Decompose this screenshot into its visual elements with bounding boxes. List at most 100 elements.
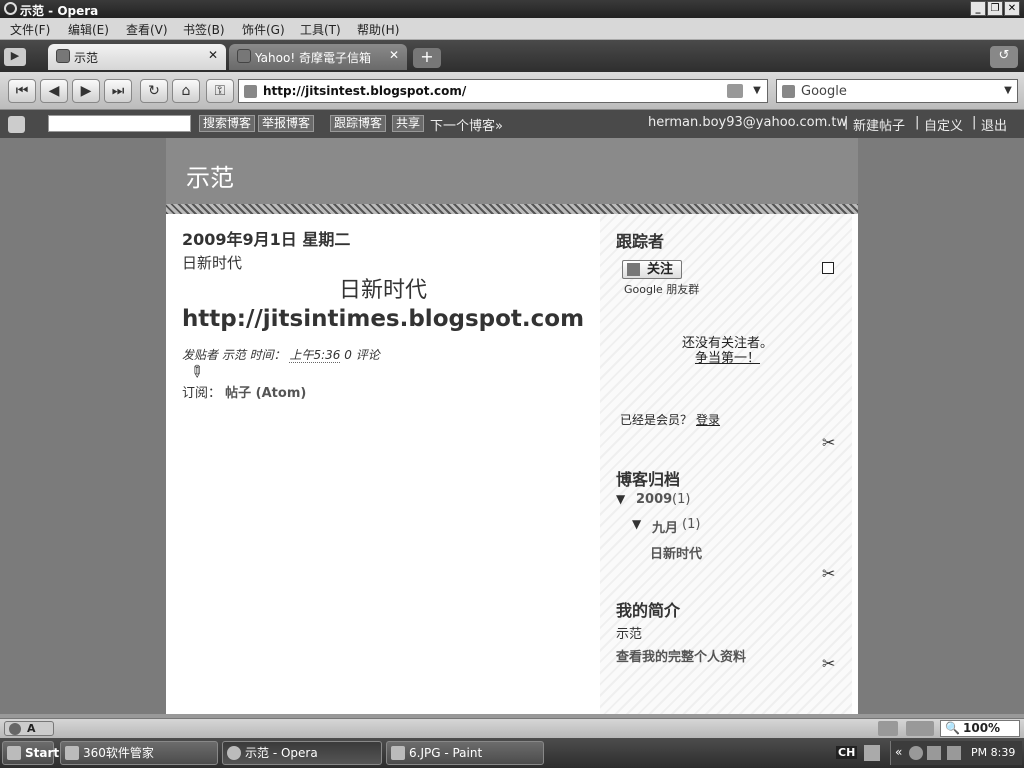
tab-active[interactable]: 示范 ✕	[48, 44, 226, 70]
search-dropdown-icon[interactable]: ▼	[1001, 81, 1015, 101]
separator: |	[972, 115, 977, 130]
start-label: Start	[25, 746, 60, 760]
profile-title: 我的简介	[616, 601, 681, 620]
login-link[interactable]: 登录	[696, 411, 720, 428]
tab-yahoo[interactable]: Yahoo! 奇摩電子信箱 ✕	[229, 44, 407, 70]
blogger-logo-icon[interactable]	[8, 116, 25, 133]
view-profile-link[interactable]: 查看我的完整个人资料	[616, 646, 746, 665]
search-engine-label: Google	[801, 84, 847, 99]
address-url: http://jitsintest.blogspot.com/	[263, 84, 467, 98]
clock[interactable]: PM 8:39	[971, 746, 1015, 759]
subscribe-atom-link[interactable]: 帖子 (Atom)	[225, 386, 306, 401]
new-post-link[interactable]: 新建帖子	[853, 115, 905, 134]
forward-icon[interactable]: ▶	[72, 79, 100, 103]
address-field[interactable]: http://jitsintest.blogspot.com/ ▼	[238, 79, 768, 103]
language-indicator[interactable]: CH	[836, 746, 858, 759]
menu-bar: 文件(F) 编辑(E) 查看(V) 书签(B) 饰件(G) 工具(T) 帮助(H…	[0, 18, 1024, 40]
fast-forward-icon[interactable]: ⏭	[104, 79, 132, 103]
close-tab-icon[interactable]: ✕	[208, 48, 218, 62]
taskbar-item-paint[interactable]: 6.JPG - Paint	[386, 741, 544, 765]
post-title[interactable]: 日新时代	[182, 252, 242, 273]
opera-icon	[227, 746, 241, 760]
follow-button[interactable]: 关注	[622, 260, 682, 279]
customize-link[interactable]: 自定义	[924, 115, 963, 134]
zoom-control[interactable]: 🔍 100%	[940, 720, 1020, 737]
next-blog-link[interactable]: 下一个博客»	[430, 115, 503, 134]
archive-month-link[interactable]: 九月	[652, 517, 678, 536]
panel-icon[interactable]	[878, 721, 898, 736]
taskbar-item-360[interactable]: 360软件管家	[60, 741, 218, 765]
search-field[interactable]: Google ▼	[776, 79, 1018, 103]
mode-label: A	[27, 722, 36, 735]
close-window-button[interactable]: ✕	[1004, 1, 1020, 16]
menu-file[interactable]: 文件(F)	[10, 21, 50, 38]
menu-tools[interactable]: 工具(T)	[300, 21, 341, 38]
tab-label: 示范	[74, 51, 99, 65]
comments-link[interactable]: 0 评论	[344, 348, 379, 362]
app-icon	[65, 746, 79, 760]
new-tab-button[interactable]: +	[413, 48, 441, 68]
menu-bookmarks[interactable]: 书签(B)	[183, 21, 225, 38]
window-title: 示范 - Opera	[20, 4, 99, 18]
followers-title: 跟踪者	[616, 232, 665, 251]
yahoo-favicon-icon	[237, 49, 251, 63]
home-icon[interactable]: ⌂	[172, 79, 200, 103]
network-icon[interactable]	[927, 746, 941, 760]
minimize-button[interactable]: _	[970, 1, 986, 16]
zoom-icon: 🔍	[945, 721, 960, 735]
blog-search-input[interactable]	[48, 115, 191, 132]
post-time-link[interactable]: 上午5:36	[289, 348, 341, 363]
follow-blog-button[interactable]: 跟踪博客	[330, 115, 387, 132]
archive-post-link[interactable]: 日新时代	[650, 543, 702, 562]
view-image-icon[interactable]	[906, 721, 934, 736]
subscribe-label: 订阅：	[182, 386, 222, 401]
month-toggle-icon[interactable]: ▼	[632, 517, 641, 531]
archive-year-link[interactable]: 2009	[636, 492, 672, 507]
menu-edit[interactable]: 编辑(E)	[68, 21, 109, 38]
post-body-url[interactable]: http://jitsintimes.blogspot.com	[166, 306, 600, 332]
profile-name[interactable]: 示范	[616, 623, 642, 642]
sidebar: 跟踪者 关注 Google 朋友群 还没有关注者。 争当第一！ 已经是会员？ 登…	[600, 214, 852, 714]
turbo-button[interactable]: A	[4, 721, 54, 736]
paint-icon	[391, 746, 405, 760]
edit-pencil-icon[interactable]: ✎	[185, 360, 208, 383]
search-blog-button[interactable]: 搜索博客	[199, 115, 256, 132]
address-dropdown-icon[interactable]: ▼	[749, 81, 765, 101]
opera-logo-icon	[4, 2, 17, 15]
share-button[interactable]: 共享	[392, 115, 425, 132]
menu-help[interactable]: 帮助(H)	[357, 21, 399, 38]
start-button[interactable]: Start	[2, 741, 59, 765]
rewind-icon[interactable]: ⏮	[8, 79, 36, 103]
menu-view[interactable]: 查看(V)	[126, 21, 168, 38]
security-icon[interactable]: ⚿	[206, 79, 234, 103]
volume-icon[interactable]	[947, 746, 961, 760]
ime-icon[interactable]	[864, 745, 880, 761]
blog-title[interactable]: 示范	[186, 158, 234, 193]
panel-toggle-icon[interactable]: ▶	[4, 48, 26, 66]
taskbar-item-opera[interactable]: 示范 - Opera	[222, 741, 382, 765]
edit-widget-tools-icon[interactable]: ✂	[822, 433, 835, 452]
reload-icon[interactable]: ↻	[140, 79, 168, 103]
tray-expand-icon[interactable]: «	[895, 745, 902, 759]
edit-widget-tools-icon[interactable]: ✂	[822, 654, 835, 673]
sign-out-link[interactable]: 退出	[981, 115, 1007, 134]
windows-logo-icon	[7, 746, 21, 760]
feed-icon[interactable]	[727, 84, 743, 98]
post-body-heading: 日新时代	[338, 278, 427, 303]
expand-widget-icon[interactable]	[822, 262, 834, 274]
report-blog-button[interactable]: 举报博客	[258, 115, 315, 132]
follow-icon	[627, 263, 640, 276]
post-footer: 发贴者 示范 时间： 上午5:36 0 评论	[182, 346, 380, 363]
edit-widget-tools-icon[interactable]: ✂	[822, 564, 835, 583]
tray-icon[interactable]	[909, 746, 923, 760]
follow-label: 关注	[647, 262, 674, 277]
google-icon	[782, 85, 795, 98]
status-bar: A 🔍 100%	[0, 718, 1024, 738]
back-icon[interactable]: ◀	[40, 79, 68, 103]
trash-undo-icon[interactable]: ↺	[990, 46, 1018, 68]
restore-button[interactable]: ❐	[987, 1, 1003, 16]
year-toggle-icon[interactable]: ▼	[616, 492, 625, 506]
be-first-link[interactable]: 争当第一！	[695, 347, 760, 366]
menu-widgets[interactable]: 饰件(G)	[242, 21, 285, 38]
close-tab-icon[interactable]: ✕	[389, 48, 399, 62]
